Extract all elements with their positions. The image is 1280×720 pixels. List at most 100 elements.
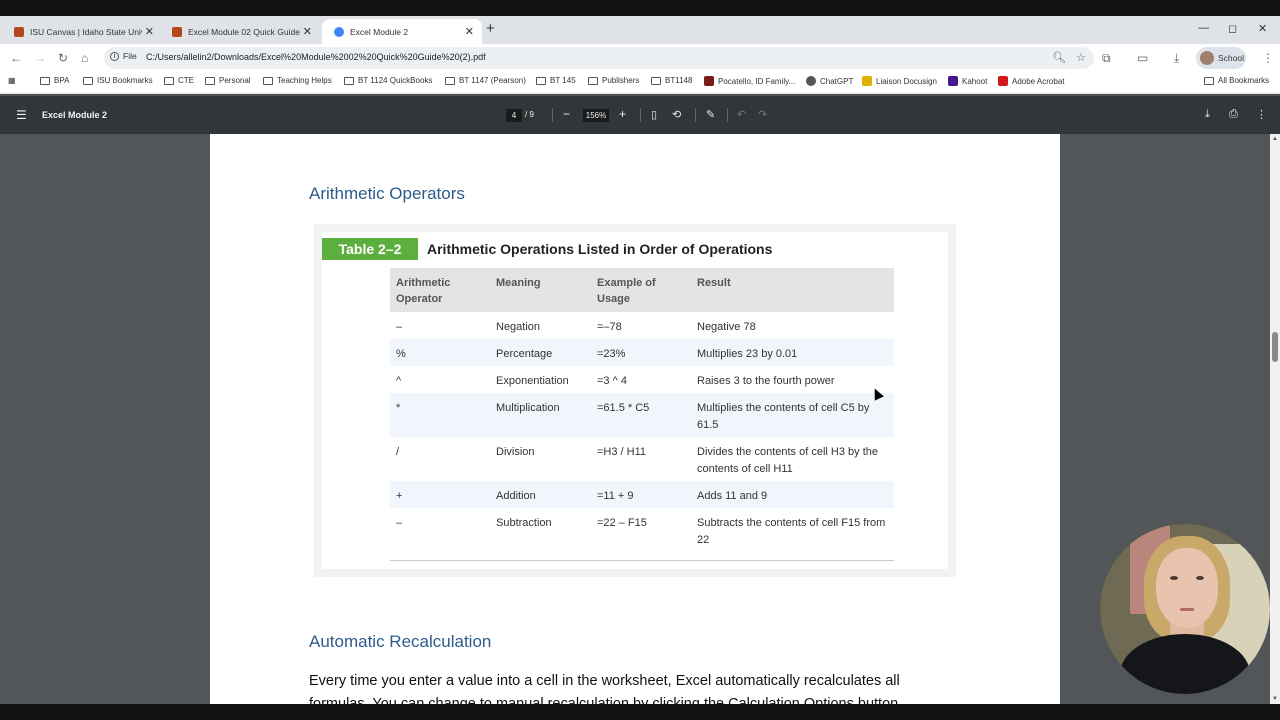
url-text[interactable]: C:/Users/allelin2/Downloads/Excel%20Modu…: [146, 52, 486, 62]
column-header: Arithmetic Operator: [396, 277, 451, 305]
scrollbar-thumb[interactable]: [1272, 332, 1278, 362]
tab-quick-guide[interactable]: Excel Module 02 Quick Guide.p ✕: [160, 19, 320, 44]
undo-icon[interactable]: ↶: [737, 108, 746, 121]
folder-icon: [164, 76, 174, 85]
kahoot-icon: [948, 76, 958, 86]
menu-kebab-icon[interactable]: ⋮: [1262, 51, 1274, 65]
tab-excel-module-2[interactable]: Excel Module 2 ✕: [322, 19, 482, 44]
forward-button[interactable]: →: [34, 51, 46, 65]
bookmark-link[interactable]: Adobe Acrobat: [998, 76, 1064, 86]
cell-meaning: Multiplication: [496, 402, 560, 414]
cell-operator: *: [396, 402, 401, 414]
rotate-icon[interactable]: ⟲: [672, 108, 681, 121]
browser-window: ISU Canvas | Idaho State Univer ✕ Excel …: [0, 0, 1280, 720]
bookmark-folder[interactable]: Personal: [205, 76, 251, 85]
new-tab-button[interactable]: +: [486, 20, 495, 37]
presenter-face: [1156, 548, 1218, 628]
download-icon[interactable]: ⤓: [1205, 108, 1210, 121]
scroll-down-arrow-icon[interactable]: ▼: [1272, 696, 1278, 702]
folder-icon: [83, 76, 93, 85]
reload-button[interactable]: ↻: [58, 51, 68, 65]
download-icon: [862, 76, 872, 86]
cell-operator: ^: [396, 375, 402, 387]
bookmark-folder[interactable]: ISU Bookmarks: [83, 76, 153, 85]
cell-result: Subtracts the contents of cell F15 from …: [697, 517, 886, 546]
table-row: – Negation =–78 Negative 78: [390, 312, 894, 339]
bookmark-folder[interactable]: Teaching Helps: [263, 76, 332, 85]
bookmark-link[interactable]: ChatGPT: [806, 76, 853, 86]
bookmark-link[interactable]: Liaison Docusign: [862, 76, 937, 86]
bookmark-folder[interactable]: BT1148: [651, 76, 692, 85]
cell-result: Raises 3 to the fourth power: [697, 375, 835, 387]
bookmark-folder[interactable]: BT 1124 QuickBooks: [344, 76, 432, 85]
bookmark-label: BT 145: [550, 76, 576, 85]
adobe-icon: [998, 76, 1008, 86]
cast-icon[interactable]: ▭: [1137, 51, 1148, 65]
more-options-icon[interactable]: ⋮: [1256, 108, 1267, 121]
back-button[interactable]: ←: [10, 51, 22, 65]
bookmark-star-icon[interactable]: ☆: [1076, 51, 1086, 64]
zoom-icon[interactable]: 🔍︎: [1052, 51, 1066, 64]
body-text: Every time you enter a value into a cell…: [309, 673, 900, 689]
cell-result: Multiplies 23 by 0.01: [697, 348, 798, 360]
cell-example: =61.5 * C5: [597, 402, 650, 414]
close-icon[interactable]: ✕: [465, 25, 474, 38]
divider: [727, 108, 728, 122]
bookmark-folder[interactable]: CTE: [164, 76, 194, 85]
zoom-input[interactable]: 156%: [583, 109, 609, 122]
extensions-icon[interactable]: ⧉: [1102, 51, 1111, 66]
zoom-in-button[interactable]: +: [619, 107, 626, 121]
annotate-pen-icon[interactable]: ✎: [706, 108, 715, 121]
tab-isu-canvas[interactable]: ISU Canvas | Idaho State Univer ✕: [2, 19, 162, 44]
cell-meaning: Negation: [496, 321, 541, 333]
column-header: Meaning: [496, 277, 541, 289]
close-icon[interactable]: ✕: [303, 25, 312, 38]
minimize-button[interactable]: —: [1198, 22, 1209, 34]
bookmark-label: Teaching Helps: [277, 76, 332, 85]
canvas-favicon-icon: [14, 26, 24, 37]
hamburger-menu-icon[interactable]: ☰: [16, 108, 27, 122]
table-panel: Table 2–2 Arithmetic Operations Listed i…: [322, 232, 948, 569]
bookmarks-bar: ▦ BPA ISU Bookmarks CTE Personal Teachin…: [0, 72, 1280, 94]
bookmark-label: BPA: [54, 76, 70, 85]
vertical-scrollbar[interactable]: ▲ ▼: [1270, 134, 1280, 704]
bookmark-folder[interactable]: BT 1147 (Pearson): [445, 76, 526, 85]
tab-title: Excel Module 2: [350, 26, 409, 37]
page-number-input[interactable]: 4: [506, 109, 522, 122]
bookmark-link[interactable]: Kahoot: [948, 76, 987, 86]
download-icon[interactable]: ⤓: [1174, 51, 1179, 66]
cell-operator: –: [396, 321, 403, 333]
zoom-out-button[interactable]: −: [563, 107, 570, 121]
profile-button[interactable]: School: [1196, 47, 1246, 69]
site-info-chip[interactable]: i File: [110, 51, 137, 61]
bookmark-label: CTE: [178, 76, 194, 85]
bookmark-folder[interactable]: Publishers: [588, 76, 639, 85]
folder-icon: [536, 76, 546, 85]
bottom-border: [0, 704, 1280, 720]
bookmark-folder[interactable]: BPA: [40, 76, 69, 85]
column-header: Example of Usage: [597, 277, 656, 305]
maximize-button[interactable]: ◻: [1228, 22, 1237, 35]
pdf-page: Arithmetic Operators Table 2–2 Arithmeti…: [210, 134, 1060, 704]
bookmark-label: Publishers: [602, 76, 640, 85]
bookmark-link[interactable]: Pocatello, ID Family...: [704, 76, 795, 86]
apps-grid-icon[interactable]: ▦: [8, 76, 16, 85]
print-icon[interactable]: ⎙: [1229, 108, 1238, 121]
presenter-mouth: [1180, 608, 1194, 611]
cell-example: =22 – F15: [597, 517, 647, 529]
address-bar[interactable]: i File C:/Users/allelin2/Downloads/Excel…: [104, 47, 1094, 69]
presenter-eye: [1196, 576, 1204, 580]
close-icon[interactable]: ✕: [145, 25, 154, 38]
bookmark-folder[interactable]: BT 145: [536, 76, 576, 85]
all-bookmarks-button[interactable]: All Bookmarks: [1204, 76, 1269, 85]
home-icon[interactable]: ⌂: [81, 51, 88, 65]
scroll-up-arrow-icon[interactable]: ▲: [1272, 136, 1278, 142]
redo-icon[interactable]: ↷: [758, 108, 767, 121]
pdf-title: Excel Module 2: [42, 110, 108, 120]
page-total: / 9: [525, 110, 534, 119]
canvas-favicon-icon: [172, 26, 182, 37]
pdf-document-area[interactable]: Arithmetic Operators Table 2–2 Arithmeti…: [0, 134, 1270, 704]
close-window-button[interactable]: ✕: [1258, 22, 1267, 35]
table-header: Arithmetic Operator Meaning Example of U…: [390, 268, 894, 312]
fit-page-icon[interactable]: ▯: [651, 108, 657, 121]
